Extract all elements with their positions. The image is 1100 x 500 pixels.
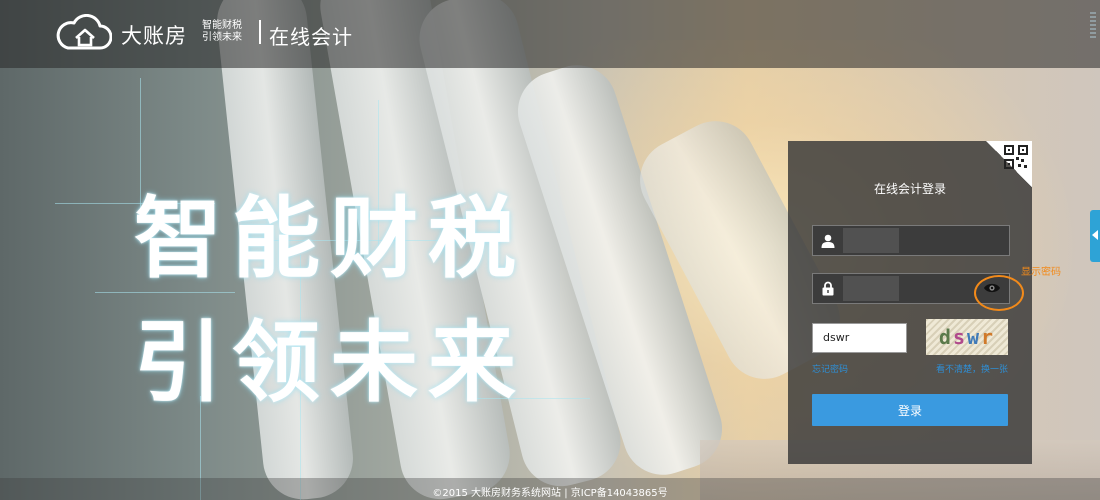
- username-field[interactable]: [812, 225, 1010, 256]
- captcha-char: r: [981, 325, 996, 349]
- footer-copyright: ©2015 大账房财务系统网站 | 京ICP备14043865号: [432, 488, 668, 499]
- login-page: 大账房 智能财税 引领未来 在线会计 智能财税 引领未来 在线会计登录 dswr…: [0, 0, 1100, 500]
- forgot-password-link[interactable]: 忘记密码: [812, 362, 848, 375]
- lock-icon: [822, 281, 834, 296]
- user-icon-box: [813, 226, 843, 255]
- side-panel-tab[interactable]: [1090, 210, 1100, 262]
- annotation-circle: [974, 275, 1024, 311]
- captcha-char: w: [967, 325, 982, 349]
- refresh-captcha-link[interactable]: 看不清楚，换一张: [936, 362, 1008, 375]
- hero-slogan-line1: 智能财税: [134, 187, 527, 290]
- annotation-label: 显示密码: [1021, 267, 1061, 278]
- qr-code-icon[interactable]: [1004, 145, 1028, 169]
- top-header: 大账房 智能财税 引领未来 在线会计: [0, 0, 1100, 68]
- brand-slogan: 智能财税 引领未来: [202, 20, 250, 44]
- login-title: 在线会计登录: [873, 182, 946, 196]
- brand-name[interactable]: 大账房: [121, 20, 187, 50]
- header-divider: [259, 20, 261, 44]
- captcha-char: d: [938, 325, 953, 349]
- scrollbar[interactable]: [1090, 12, 1096, 40]
- chevron-left-icon: [1092, 230, 1098, 240]
- lock-icon-box: [813, 274, 843, 303]
- captcha-input[interactable]: dswr: [812, 323, 907, 353]
- captcha-char: s: [952, 325, 967, 349]
- brand-slogan-line2: 引领未来: [202, 32, 242, 43]
- product-name: 在线会计: [269, 25, 353, 49]
- password-masked-value: [843, 276, 899, 301]
- login-button[interactable]: 登录: [812, 394, 1008, 426]
- hero-slogan-line2: 引领未来: [134, 311, 527, 414]
- username-masked-value: [843, 228, 899, 253]
- brand-slogan-line1: 智能财税: [202, 20, 242, 31]
- captcha-image[interactable]: dswr: [926, 319, 1008, 355]
- user-icon: [821, 234, 835, 248]
- cloud-house-icon[interactable]: [54, 14, 112, 52]
